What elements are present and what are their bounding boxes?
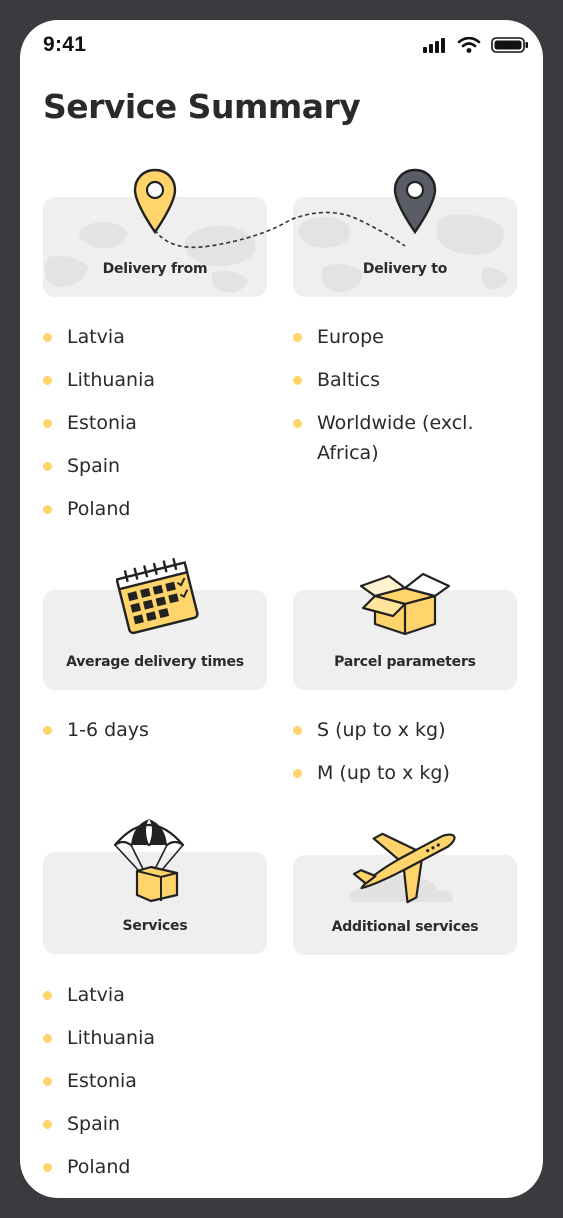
card-label: Additional services [331,919,479,935]
list-item-text: Spain [67,1113,121,1135]
list-item: Lithuania [43,1023,263,1053]
delivery-to-list: Europe Baltics Worldwide (excl. Africa) [293,322,508,481]
list-item: Latvia [43,322,263,352]
list-item-text: Europe [317,326,384,348]
card-label: Average delivery times [66,654,244,670]
list-item: Lithuania [43,365,263,395]
wifi-icon [457,37,481,53]
delivery-from-list: Latvia Lithuania Estonia Spain Poland [43,322,263,537]
list-item: Spain [43,1109,263,1139]
card-label: Parcel parameters [334,654,476,670]
card-label: Services [122,918,188,934]
list-item: 1-6 days [43,715,263,745]
cellular-signal-icon [423,38,445,53]
card-label: Delivery to [362,261,448,277]
list-item-text: S (up to x kg) [317,719,446,741]
bullet-dot [43,991,52,1000]
page-title: Service Summary [43,87,361,126]
phone-screen: 9:41 Service Summary Delivery from Deliv… [20,20,543,1198]
calendar-icon [116,557,199,635]
bullet-dot [43,1034,52,1043]
bullet-dot [293,419,302,428]
list-item: Estonia [43,408,263,438]
bullet-dot [43,1120,52,1129]
list-item-text: Estonia [67,1070,137,1092]
map-pin-icon [393,168,437,235]
card-label: Delivery from [102,261,208,277]
list-item-text: Poland [67,1156,131,1178]
list-item-text: Estonia [67,412,137,434]
battery-icon [491,37,528,53]
list-item: S (up to x kg) [293,715,508,745]
bullet-dot [293,726,302,735]
list-item-text: Lithuania [67,369,156,391]
list-item: Spain [43,451,263,481]
list-item-text: 1-6 days [67,719,149,741]
services-list: Latvia Lithuania Estonia Spain Poland [43,980,263,1195]
list-item-text: Spain [67,455,121,477]
list-item-text: Poland [67,498,131,520]
list-item-text: M (up to x kg) [317,762,450,784]
list-item: Baltics [293,365,508,395]
bullet-dot [293,333,302,342]
list-item: Estonia [43,1066,263,1096]
list-item-text: Worldwide (excl. Africa) [317,412,474,464]
list-item: Poland [43,1152,263,1182]
map-pin-icon [133,168,177,235]
route-dashed-line [154,211,406,249]
list-item-text: Lithuania [67,1027,156,1049]
bullet-dot [43,462,52,471]
list-item: Poland [43,494,263,524]
average-delivery-times-list: 1-6 days [43,715,263,758]
list-item-text: Latvia [67,984,125,1006]
list-item-text: Latvia [67,326,125,348]
list-item: Latvia [43,980,263,1010]
list-item: M (up to x kg) [293,758,508,788]
status-time: 9:41 [43,33,87,56]
status-icons [423,37,533,53]
list-item: Worldwide (excl. Africa) [293,408,508,468]
bullet-dot [43,1077,52,1086]
bullet-dot [43,1163,52,1172]
bullet-dot [43,376,52,385]
bullet-dot [43,505,52,514]
list-item: Europe [293,322,508,352]
bullet-dot [43,333,52,342]
parachute-box-icon [113,819,185,903]
bullet-dot [43,419,52,428]
bullet-dot [43,726,52,735]
airplane-icon [352,832,456,904]
status-bar: 9:41 [20,20,543,76]
list-item-text: Baltics [317,369,381,391]
bullet-dot [293,769,302,778]
parcel-parameters-list: S (up to x kg) M (up to x kg) [293,715,508,801]
open-box-icon [359,572,451,636]
bullet-dot [293,376,302,385]
